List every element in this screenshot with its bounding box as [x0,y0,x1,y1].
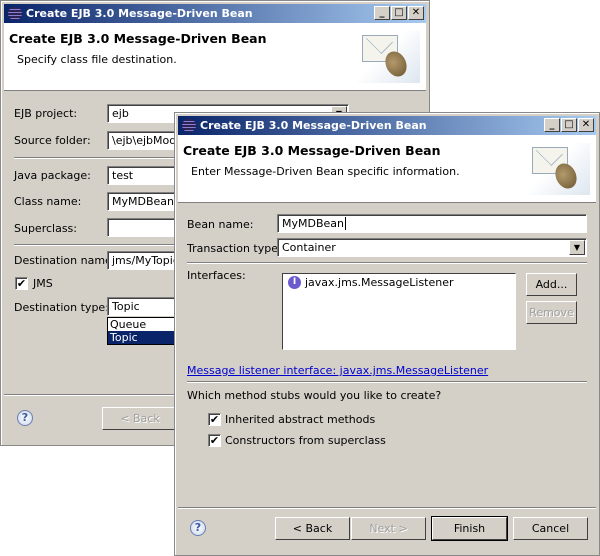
bean-name-value: MyMDBean [282,217,344,230]
remove-button[interactable]: Remove [526,301,577,324]
help-icon[interactable]: ? [17,410,33,426]
eclipse-icon [182,119,196,132]
front-header-title: Create EJB 3.0 Message-Driven Bean [183,143,441,158]
bean-name-label: Bean name: [187,218,254,231]
back-header: Create EJB 3.0 Message-Driven Bean Speci… [4,23,426,91]
eclipse-icon [8,7,22,20]
divider [187,381,587,383]
interfaces-list[interactable]: I javax.jms.MessageListener [282,273,516,350]
finish-button[interactable]: Finish [431,516,508,541]
back-button[interactable]: < Back [102,407,178,430]
maximize-button[interactable]: □ [561,118,577,132]
next-button[interactable]: Next > [351,517,426,540]
list-item[interactable]: I javax.jms.MessageListener [288,276,454,289]
class-name-label: Class name: [14,195,82,208]
stubs-question: Which method stubs would you like to cre… [187,389,442,402]
destination-name-label: Destination name: [14,254,116,267]
divider [187,262,587,264]
interfaces-label: Interfaces: [187,269,246,282]
back-header-subtitle: Specify class file destination. [17,53,177,66]
minimize-button[interactable]: _ [374,6,390,20]
help-icon[interactable]: ? [190,520,206,536]
transaction-type-label: Transaction type: [187,242,282,255]
message-listener-link[interactable]: Message listener interface: javax.jms.Me… [187,364,488,377]
inherited-abstract-checkbox[interactable]: ✔ [208,413,221,426]
close-button[interactable]: ✕ [408,6,424,20]
constructors-label: Constructors from superclass [225,434,386,447]
divider [178,507,596,509]
inherited-abstract-label: Inherited abstract methods [225,413,376,426]
jms-checkbox[interactable]: ✔ [15,277,28,290]
front-window-title: Create EJB 3.0 Message-Driven Bean [200,119,427,132]
ejb-project-label: EJB project: [14,107,78,120]
java-package-label: Java package: [14,169,91,182]
ejb-project-value: ejb [112,107,129,120]
maximize-button[interactable]: □ [391,6,407,20]
back-button[interactable]: < Back [275,517,350,540]
chevron-down-icon[interactable]: ▼ [569,240,585,255]
minimize-button[interactable]: _ [544,118,560,132]
destination-type-label: Destination type: [14,301,109,314]
front-header: Create EJB 3.0 Message-Driven Bean Enter… [178,135,596,203]
close-button[interactable]: ✕ [578,118,594,132]
constructors-checkbox[interactable]: ✔ [208,434,221,447]
superclass-label: Superclass: [14,222,77,235]
message-bean-icon [528,143,590,195]
text-cursor [345,217,346,230]
front-title-bar[interactable]: Create EJB 3.0 Message-Driven Bean _ □ ✕ [178,116,596,135]
bean-name-field[interactable]: MyMDBean [277,214,587,233]
interface-icon: I [288,276,301,289]
add-button[interactable]: Add... [526,273,577,296]
back-title-bar[interactable]: Create EJB 3.0 Message-Driven Bean _ □ ✕ [4,4,426,23]
front-dialog: Create EJB 3.0 Message-Driven Bean _ □ ✕… [174,112,600,556]
message-bean-icon [358,31,420,83]
back-window-title: Create EJB 3.0 Message-Driven Bean [26,7,253,20]
transaction-type-select[interactable]: Container ▼ [277,238,587,257]
cancel-button[interactable]: Cancel [513,517,588,540]
interface-name: javax.jms.MessageListener [305,276,454,289]
jms-label: JMS [33,277,53,290]
transaction-type-value: Container [282,241,336,254]
front-header-subtitle: Enter Message-Driven Bean specific infor… [191,165,460,178]
back-header-title: Create EJB 3.0 Message-Driven Bean [9,31,267,46]
source-folder-label: Source folder: [14,134,91,147]
